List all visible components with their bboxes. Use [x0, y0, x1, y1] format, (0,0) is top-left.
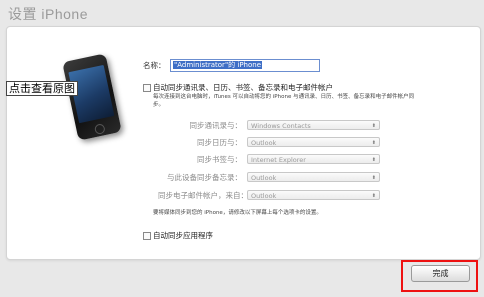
- sync-notes-value: Outlook: [251, 174, 277, 182]
- name-label: 名称：: [143, 61, 166, 70]
- home-button-icon: [93, 123, 106, 136]
- sync-calendar-select[interactable]: Outlook ⬍: [247, 137, 380, 147]
- media-sync-note: 要将媒体同步到您的 iPhone，请修改以下屏幕上每个选项卡的设置。: [153, 210, 322, 216]
- sync-calendar-label: 同步日历与：: [197, 138, 242, 147]
- auto-sync-apps-checkbox[interactable]: [143, 232, 151, 240]
- name-input[interactable]: "Administrator"的 iPhone: [170, 59, 320, 72]
- sync-contacts-value: Windows Contacts: [251, 122, 311, 130]
- auto-sync-contacts-checkbox[interactable]: [143, 84, 151, 92]
- sync-bookmarks-value: Internet Explorer: [251, 156, 306, 164]
- select-arrow-icon: ⬍: [371, 123, 376, 129]
- sync-contacts-label: 同步通讯录与：: [189, 121, 243, 130]
- sync-calendar-value: Outlook: [251, 139, 277, 147]
- sync-bookmarks-label: 同步书签与：: [197, 155, 242, 164]
- sync-bookmarks-select[interactable]: Internet Explorer ⬍: [247, 154, 380, 164]
- sync-mail-value: Outlook: [251, 192, 277, 200]
- sync-notes-select[interactable]: Outlook ⬍: [247, 172, 380, 182]
- sync-contacts-select[interactable]: Windows Contacts ⬍: [247, 120, 380, 130]
- sync-notes-label: 与此设备同步备忘录：: [167, 173, 242, 182]
- sync-mail-select[interactable]: Outlook ⬍: [247, 190, 380, 200]
- view-original-link[interactable]: 点击查看原图: [6, 81, 78, 96]
- auto-sync-description: 每次连接到这台电脑时，iTunes 可以自动将您的 iPhone 与通讯录、日历…: [153, 94, 415, 108]
- select-arrow-icon: ⬍: [371, 140, 376, 146]
- sync-mail-label: 同步电子邮件帐户，来自：: [158, 191, 248, 200]
- auto-sync-contacts-label: 自动同步通讯录、日历、书签、备忘录和电子邮件帐户: [153, 83, 333, 92]
- page-title: 设置 iPhone: [8, 6, 88, 22]
- select-arrow-icon: ⬍: [371, 175, 376, 181]
- auto-sync-apps-label: 自动同步应用程序: [153, 231, 213, 240]
- select-arrow-icon: ⬍: [371, 193, 376, 199]
- done-button[interactable]: 完成: [411, 265, 470, 282]
- select-arrow-icon: ⬍: [371, 157, 376, 163]
- name-input-value: "Administrator"的 iPhone: [173, 61, 263, 69]
